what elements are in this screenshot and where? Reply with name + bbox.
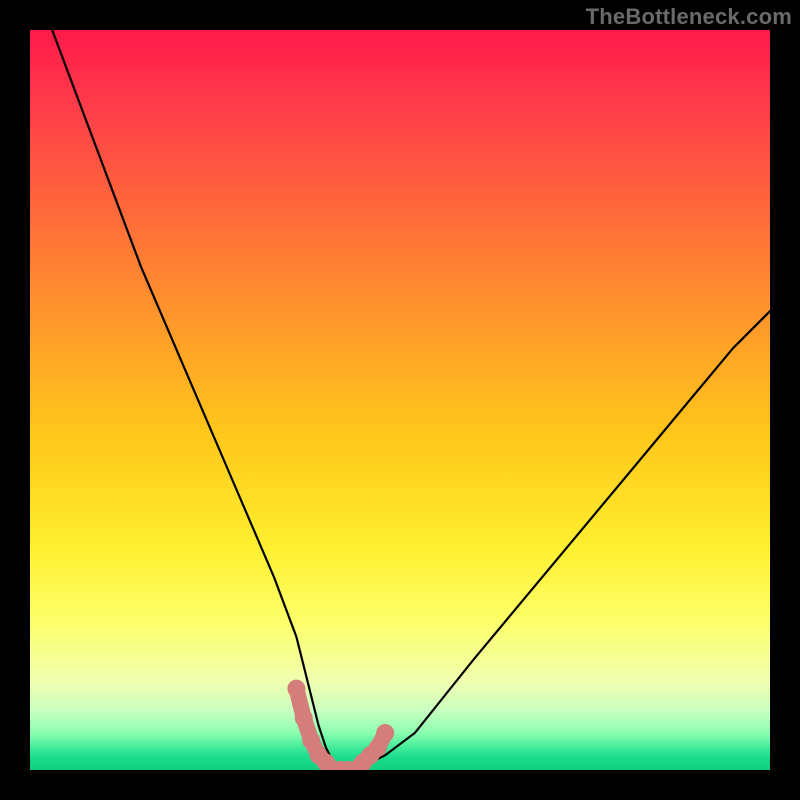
bottleneck-curve xyxy=(52,30,770,770)
chart-frame: TheBottleneck.com xyxy=(0,0,800,800)
flat-region-dots xyxy=(287,680,394,770)
curve-layer xyxy=(30,30,770,770)
flat-region-dot xyxy=(287,680,305,698)
plot-area xyxy=(30,30,770,770)
watermark-text: TheBottleneck.com xyxy=(586,4,792,30)
flat-region-dot xyxy=(376,724,394,742)
flat-region-dot xyxy=(295,709,313,727)
